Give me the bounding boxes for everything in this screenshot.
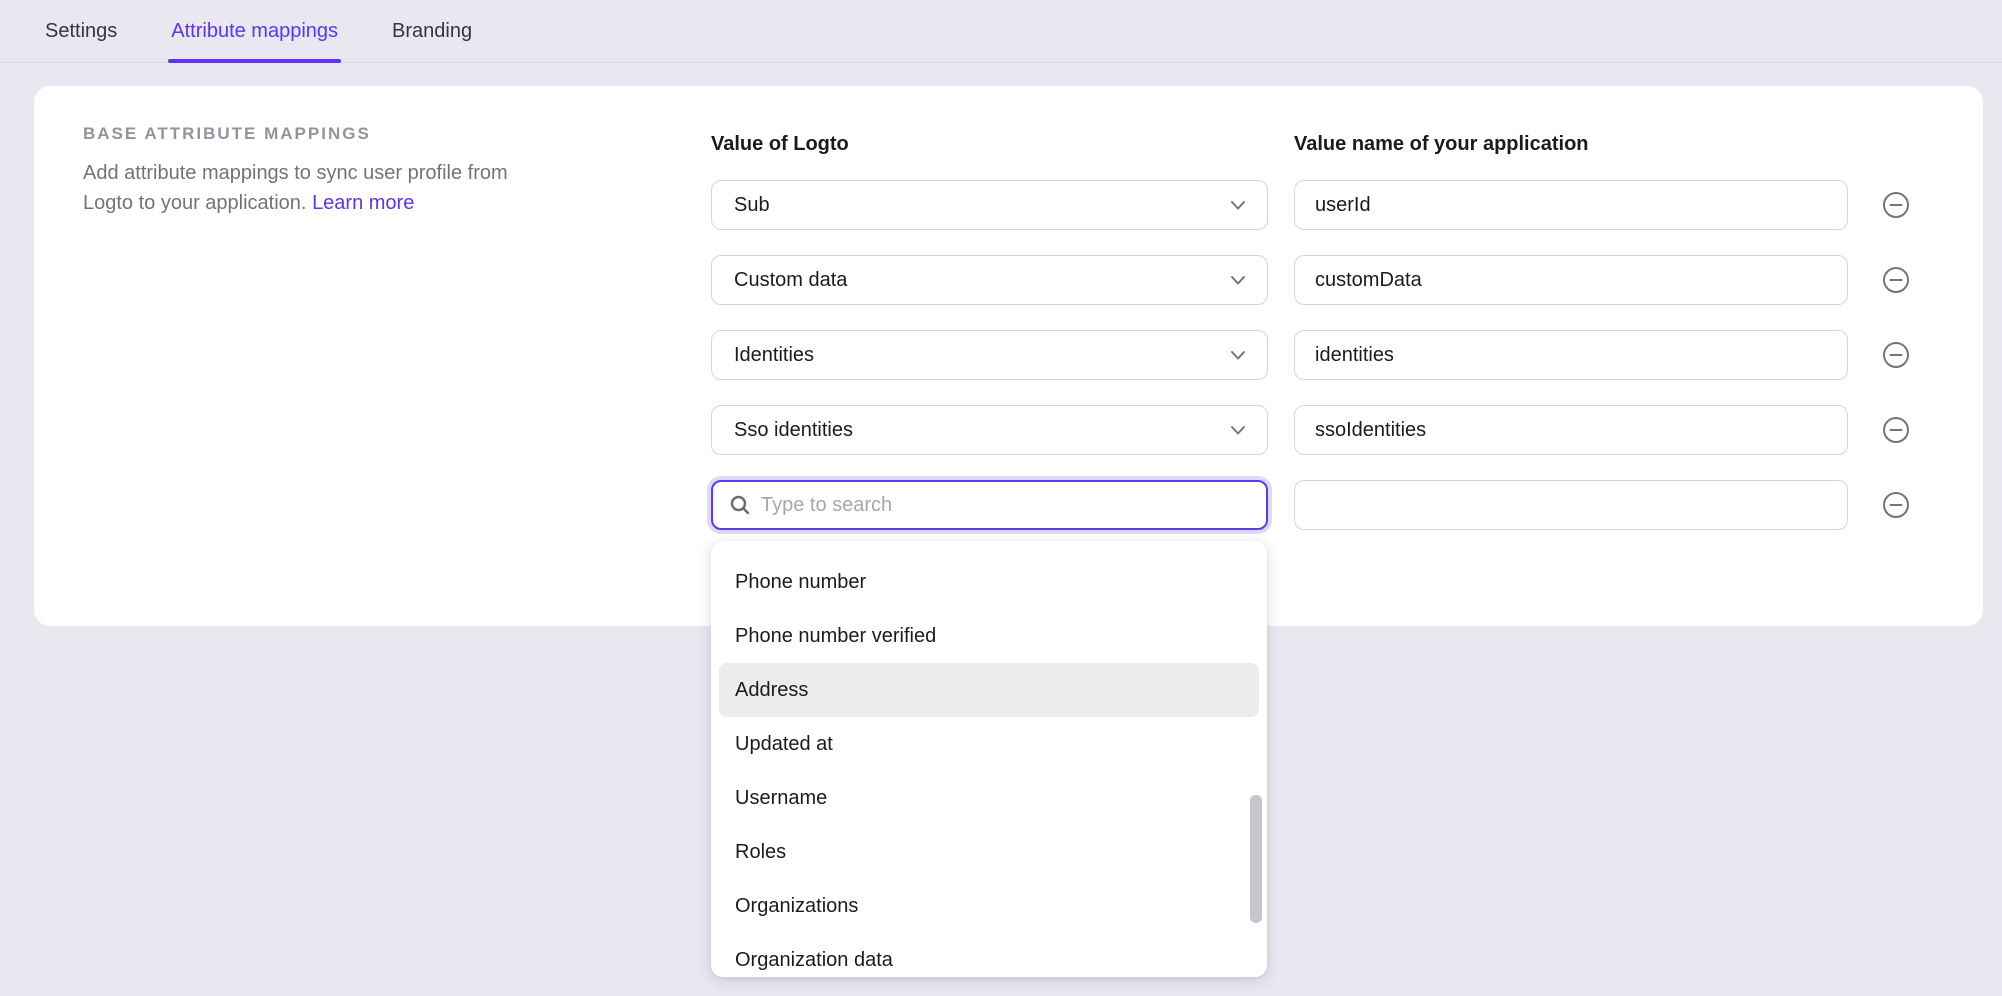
mapping-row: Sub — [711, 180, 1910, 230]
section-description: Add attribute mappings to sync user prof… — [83, 158, 563, 218]
app-value-input[interactable] — [1294, 480, 1848, 530]
remove-row-button[interactable] — [1882, 341, 1910, 369]
mapping-rows: Sub Custom data Identities — [711, 180, 1910, 555]
remove-row-button[interactable] — [1882, 491, 1910, 519]
remove-row-button[interactable] — [1882, 266, 1910, 294]
minus-circle-icon — [1882, 491, 1910, 519]
column-header-logto-value: Value of Logto — [711, 133, 849, 156]
app-value-input[interactable] — [1294, 180, 1848, 230]
remove-row-button[interactable] — [1882, 191, 1910, 219]
logto-value-search-combobox[interactable] — [711, 480, 1268, 530]
logto-value-select[interactable]: Sso identities — [711, 405, 1268, 455]
logto-value-selected: Custom data — [734, 269, 847, 292]
minus-circle-icon — [1882, 191, 1910, 219]
menu-item-username[interactable]: Username — [719, 771, 1259, 825]
mapping-row: Custom data — [711, 255, 1910, 305]
logto-value-select[interactable]: Sub — [711, 180, 1268, 230]
minus-circle-icon — [1882, 416, 1910, 444]
menu-item-organizations[interactable]: Organizations — [719, 879, 1259, 933]
attribute-dropdown-menu: Phone number Phone number verified Addre… — [711, 541, 1267, 977]
menu-item-phone-number-verified[interactable]: Phone number verified — [719, 609, 1259, 663]
column-header-app-value: Value name of your application — [1294, 133, 1589, 156]
menu-item-address[interactable]: Address — [719, 663, 1259, 717]
tab-attribute-mappings[interactable]: Attribute mappings — [171, 0, 338, 63]
mapping-row: Sso identities — [711, 405, 1910, 455]
chevron-down-icon — [1227, 344, 1249, 366]
chevron-down-icon — [1227, 269, 1249, 291]
mapping-row-search — [711, 480, 1910, 530]
logto-value-select[interactable]: Identities — [711, 330, 1268, 380]
minus-circle-icon — [1882, 341, 1910, 369]
app-value-input[interactable] — [1294, 405, 1848, 455]
tab-settings[interactable]: Settings — [45, 0, 117, 63]
menu-item-updated-at[interactable]: Updated at — [719, 717, 1259, 771]
app-value-input[interactable] — [1294, 255, 1848, 305]
logto-value-selected: Sso identities — [734, 419, 853, 442]
menu-item-roles[interactable]: Roles — [719, 825, 1259, 879]
logto-value-select[interactable]: Custom data — [711, 255, 1268, 305]
search-input[interactable] — [761, 482, 1250, 528]
chevron-down-icon — [1227, 194, 1249, 216]
section-description-text: Add attribute mappings to sync user prof… — [83, 162, 508, 214]
mapping-row: Identities — [711, 330, 1910, 380]
menu-item-phone-number[interactable]: Phone number — [719, 555, 1259, 609]
minus-circle-icon — [1882, 266, 1910, 294]
tab-bar: Settings Attribute mappings Branding — [0, 0, 2002, 63]
tab-branding[interactable]: Branding — [392, 0, 472, 63]
app-value-input[interactable] — [1294, 330, 1848, 380]
chevron-down-icon — [1227, 419, 1249, 441]
search-icon — [729, 494, 751, 516]
logto-value-selected: Identities — [734, 344, 814, 367]
remove-row-button[interactable] — [1882, 416, 1910, 444]
menu-item-organization-data[interactable]: Organization data — [719, 933, 1259, 977]
section-info: BASE ATTRIBUTE MAPPINGS Add attribute ma… — [83, 124, 563, 218]
learn-more-link[interactable]: Learn more — [312, 192, 414, 214]
dropdown-scrollbar-thumb[interactable] — [1250, 795, 1262, 923]
section-title: BASE ATTRIBUTE MAPPINGS — [83, 124, 563, 144]
logto-value-selected: Sub — [734, 194, 770, 217]
